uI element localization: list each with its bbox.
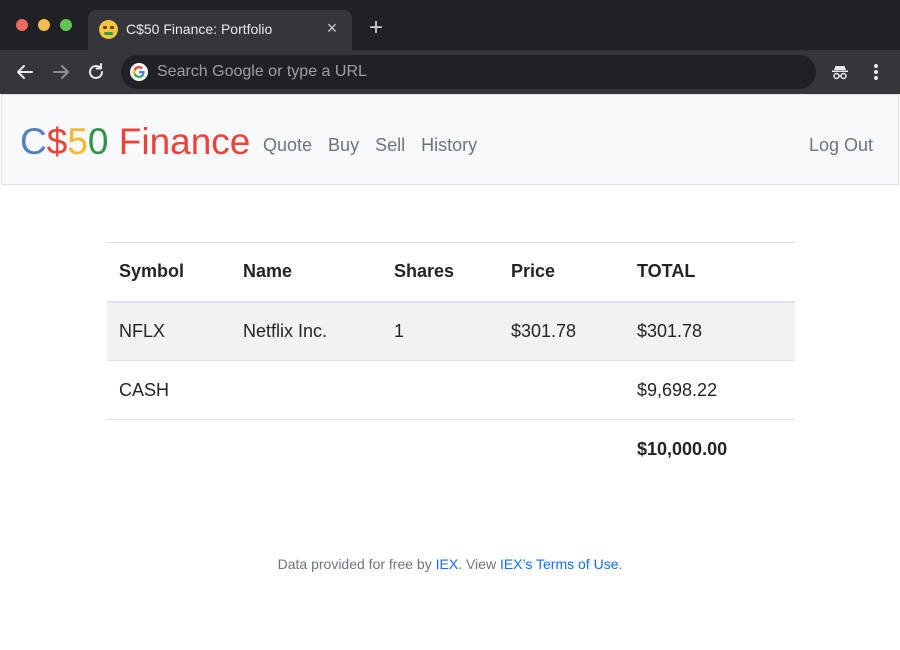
footer-suffix: . bbox=[618, 556, 623, 572]
nav-link-sell[interactable]: Sell bbox=[375, 135, 405, 156]
app-navbar: C$50 Finance Quote Buy Sell History Log … bbox=[1, 94, 899, 185]
brand-letter-dollar: $ bbox=[46, 121, 68, 162]
back-arrow-icon[interactable] bbox=[14, 61, 36, 83]
footer-prefix: Data provided for free by bbox=[277, 556, 436, 572]
page-footer: Data provided for free by IEX. View IEX’… bbox=[0, 556, 900, 572]
omnibox[interactable] bbox=[121, 55, 816, 89]
iex-link[interactable]: IEX bbox=[436, 556, 459, 572]
brand-digit-5: 5 bbox=[67, 121, 88, 162]
cell-total: $301.78 bbox=[637, 320, 703, 341]
cell-shares bbox=[382, 361, 499, 420]
table-row: CASH $9,698.22 bbox=[107, 361, 795, 420]
nav-link-history[interactable]: History bbox=[421, 135, 477, 156]
brand-logo-link[interactable]: C$50 Finance bbox=[20, 122, 250, 162]
new-tab-icon[interactable]: + bbox=[364, 16, 388, 40]
forward-arrow-icon[interactable] bbox=[50, 61, 72, 83]
cell-name: Netflix Inc. bbox=[243, 320, 328, 341]
nav-link-buy[interactable]: Buy bbox=[328, 135, 359, 156]
table-header-row: Symbol Name Shares Price TOTAL bbox=[107, 242, 795, 302]
cell-symbol: NFLX bbox=[119, 320, 166, 341]
cell-shares: 1 bbox=[394, 320, 405, 341]
more-menu-icon[interactable] bbox=[865, 61, 887, 83]
nav-link-quote[interactable]: Quote bbox=[263, 135, 312, 156]
table-row: NFLX Netflix Inc. 1 $301.78 $301.78 bbox=[107, 301, 795, 361]
brand-digit-0: 0 bbox=[87, 121, 109, 162]
table-footer-row: $10,000.00 bbox=[107, 420, 795, 479]
header-name: Name bbox=[243, 261, 293, 282]
terms-of-use-link[interactable]: IEX’s Terms of Use bbox=[500, 556, 619, 572]
tab-title: C$50 Finance: Portfolio bbox=[126, 21, 273, 37]
browser-tab[interactable]: C$50 Finance: Portfolio × bbox=[88, 10, 352, 50]
header-symbol: Symbol bbox=[119, 261, 185, 282]
minimize-window-button[interactable] bbox=[38, 19, 50, 31]
nav-links: Quote Buy Sell History bbox=[263, 135, 493, 156]
cell-name bbox=[231, 361, 382, 420]
browser-chrome: C$50 Finance: Portfolio × + bbox=[0, 0, 900, 94]
close-window-button[interactable] bbox=[16, 19, 28, 31]
cell-symbol: CASH bbox=[119, 379, 170, 400]
reload-icon[interactable] bbox=[85, 61, 107, 83]
header-shares: Shares bbox=[394, 261, 455, 282]
footer-middle: . View bbox=[458, 556, 500, 572]
cell-total: $9,698.22 bbox=[637, 379, 718, 400]
money-face-icon bbox=[99, 20, 118, 39]
omnibox-input[interactable] bbox=[157, 55, 797, 89]
cell-price: $301.78 bbox=[511, 320, 577, 341]
header-total: TOTAL bbox=[637, 261, 696, 282]
browser-toolbar bbox=[0, 50, 900, 94]
maximize-window-button[interactable] bbox=[60, 19, 72, 31]
cell-price bbox=[499, 361, 625, 420]
header-price: Price bbox=[511, 261, 556, 282]
google-icon bbox=[130, 63, 148, 81]
brand-word-finance: Finance bbox=[108, 121, 251, 162]
close-tab-icon[interactable]: × bbox=[322, 18, 342, 38]
incognito-icon[interactable] bbox=[829, 61, 851, 83]
brand-letter-c: C bbox=[20, 121, 47, 162]
portfolio-table: Symbol Name Shares Price TOTAL NFLX Netf… bbox=[107, 242, 795, 479]
log-out-link[interactable]: Log Out bbox=[809, 135, 873, 156]
grand-total: $10,000.00 bbox=[637, 438, 728, 459]
